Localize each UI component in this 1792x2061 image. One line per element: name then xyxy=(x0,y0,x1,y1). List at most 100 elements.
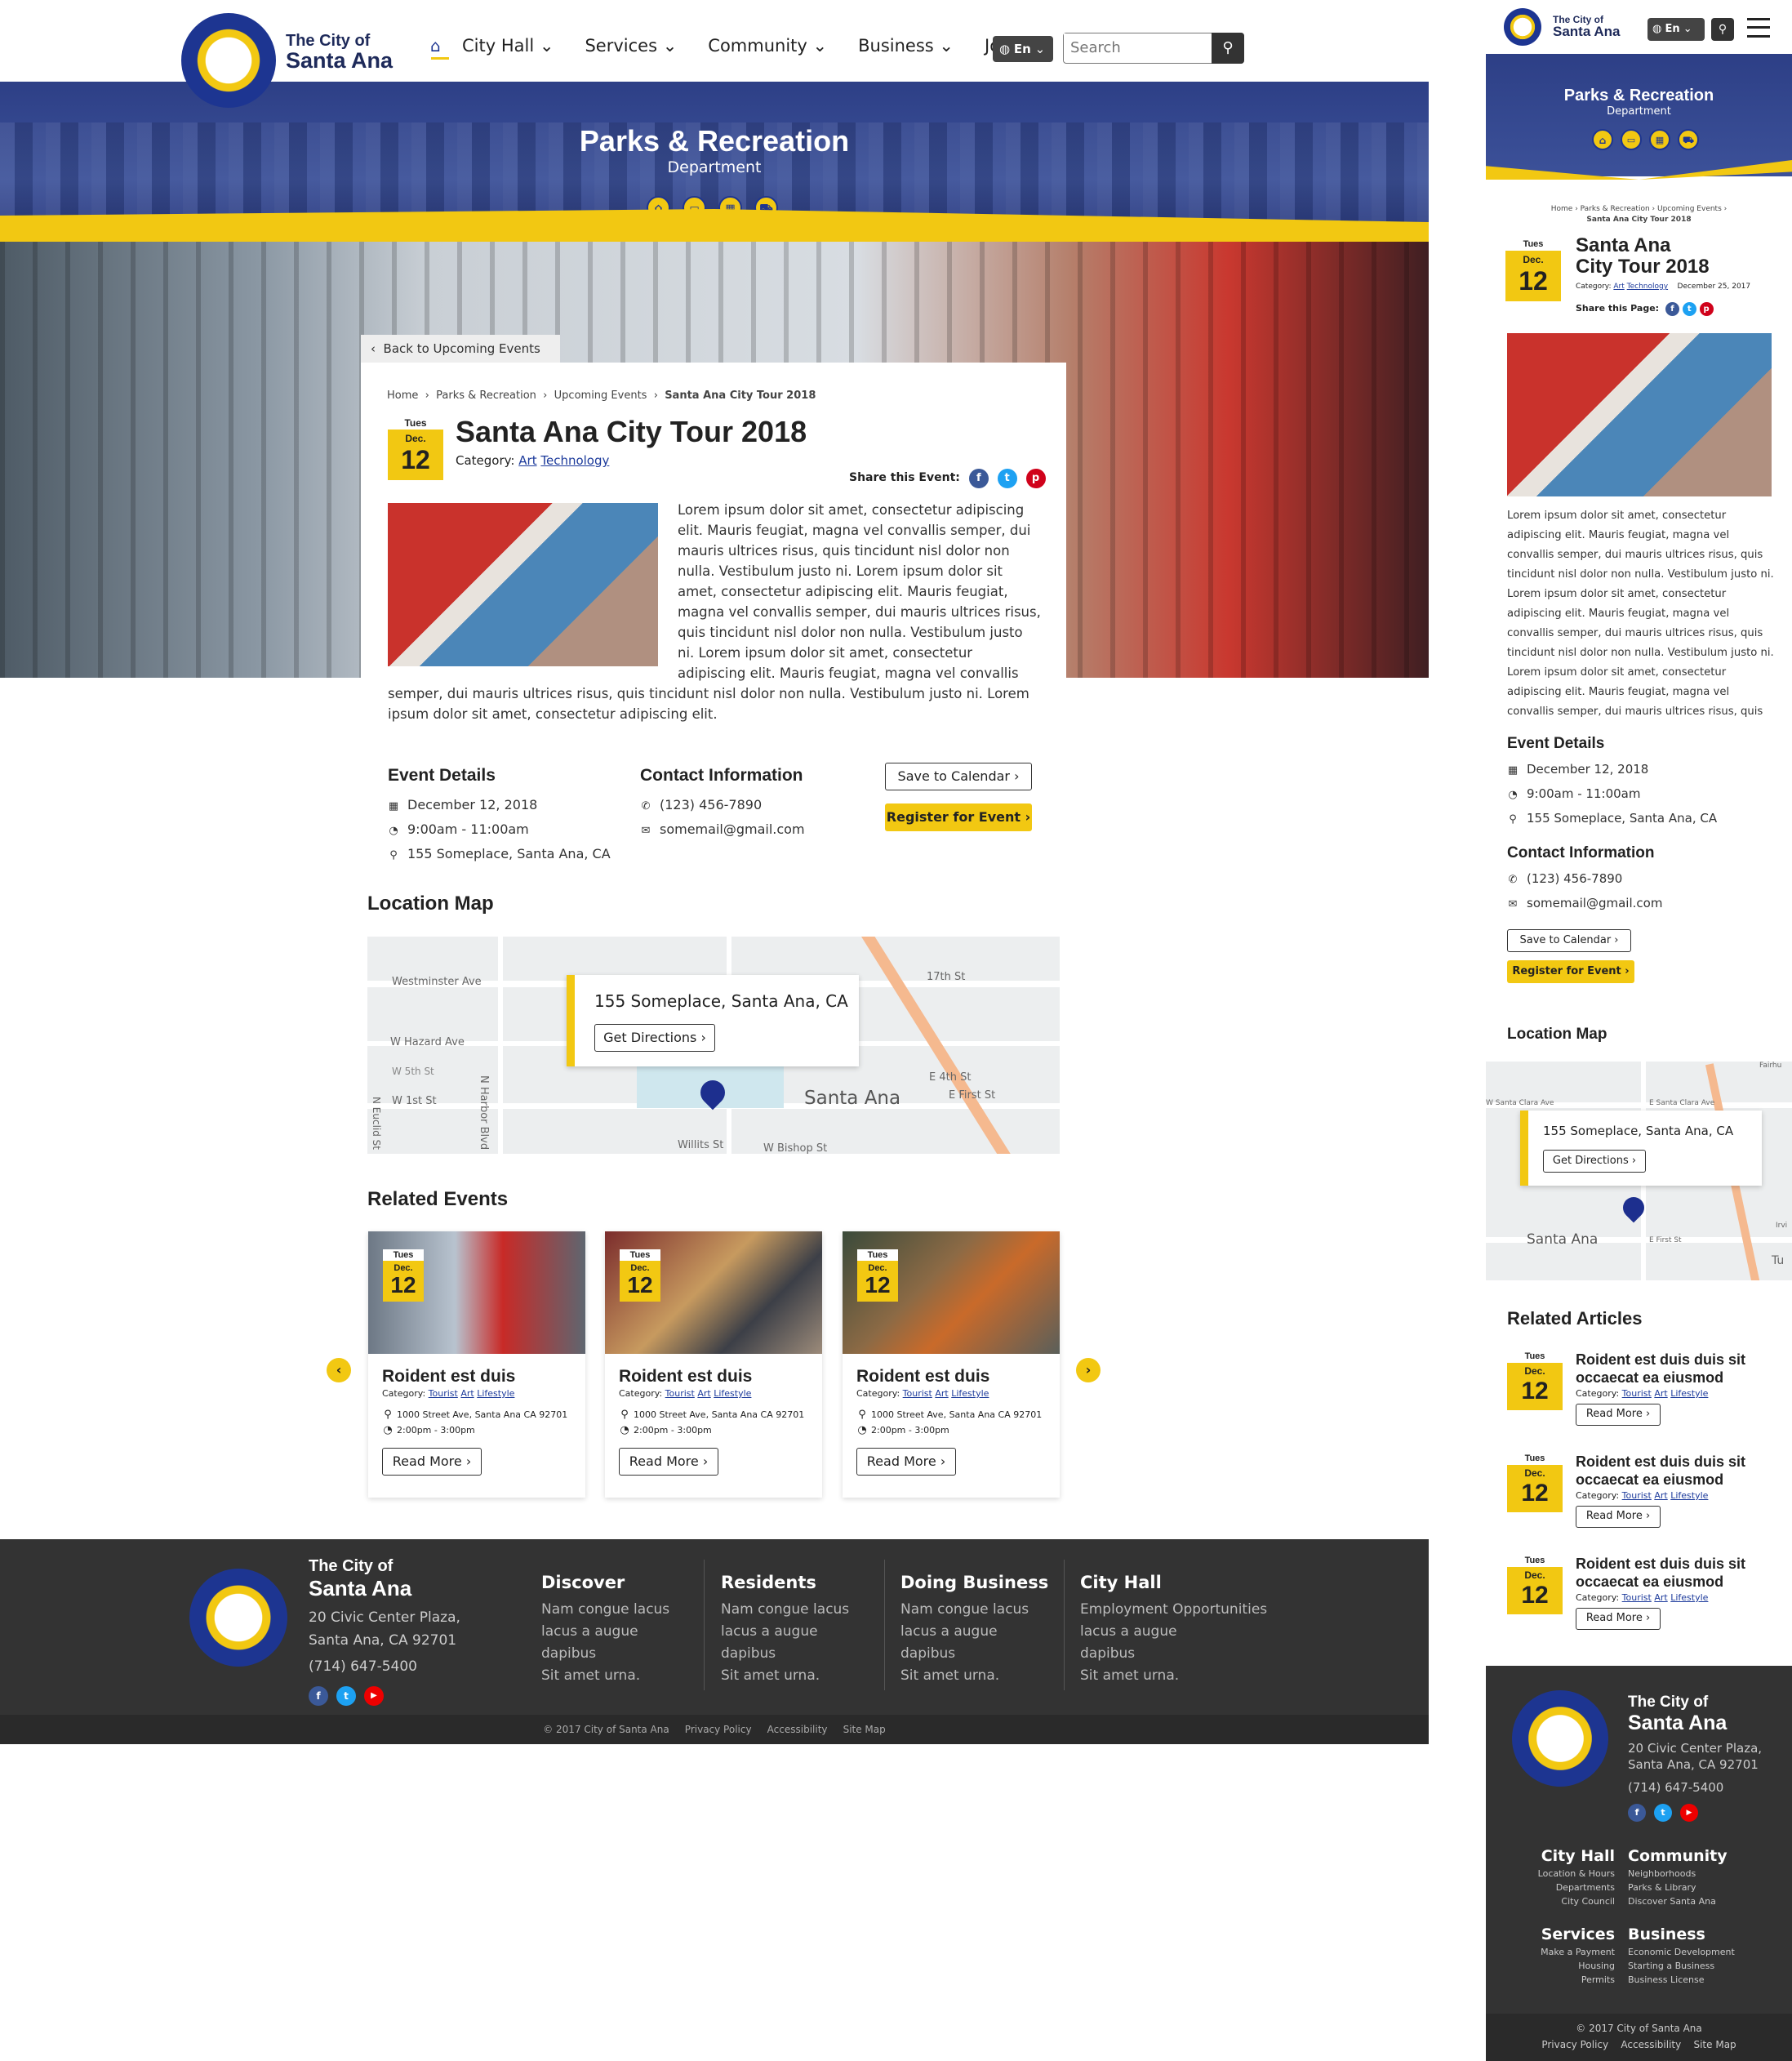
event-card: Home › Parks & Recreation › Upcoming Eve… xyxy=(361,363,1066,874)
phone-icon: ✆ xyxy=(641,800,651,812)
mobile-copyright-bar: © 2017 City of Santa Ana Privacy Policy … xyxy=(1486,2014,1792,2061)
home-icon[interactable]: ⌂ xyxy=(1592,129,1613,150)
footer-copyright-bar: © 2017 City of Santa Ana Privacy Policy … xyxy=(0,1715,1429,1744)
save-to-calendar-button[interactable]: Save to Calendar › xyxy=(885,763,1032,790)
clock-icon: ◔ xyxy=(1508,789,1518,801)
department-title: Parks & Recreation xyxy=(579,124,850,158)
map-address: 155 Someplace, Santa Ana, CA xyxy=(594,991,848,1011)
twitter-icon[interactable]: t xyxy=(336,1686,356,1706)
calendar-icon: ▦ xyxy=(1507,764,1519,777)
mobile-footer: The City of Santa Ana 20 Civic Center Pl… xyxy=(1486,1666,1792,2061)
date-badge: Tues Dec. 12 xyxy=(383,1249,424,1302)
mobile-get-directions-button[interactable]: Get Directions › xyxy=(1543,1150,1646,1173)
facebook-icon[interactable]: f xyxy=(1665,302,1679,316)
mobile-city-seal[interactable] xyxy=(1504,8,1541,46)
envelope-icon: ✉ xyxy=(641,825,651,837)
calendar-icon[interactable]: ▦ xyxy=(1649,129,1670,150)
language-select[interactable]: ◍ En ⌄ xyxy=(993,36,1053,62)
mobile-share: Share this Page: f t p xyxy=(1576,302,1714,316)
mobile-breadcrumb: Home › Parks & Recreation › Upcoming Eve… xyxy=(1550,205,1728,224)
mobile-register-button[interactable]: Register for Event › xyxy=(1507,960,1634,983)
city-seal-logo[interactable] xyxy=(181,13,276,108)
globe-icon: ◍ xyxy=(999,42,1011,56)
home-icon[interactable]: ⌂ xyxy=(430,36,441,56)
footer-address-2: Santa Ana, CA 92701 xyxy=(309,1632,457,1649)
accessibility-link[interactable]: Accessibility xyxy=(767,1724,828,1735)
event-date-row: ▦ December 12, 2018 xyxy=(388,794,611,818)
event-description: Lorem ipsum dolor sit amet, consectetur … xyxy=(388,502,1041,722)
site-brand[interactable]: The City of Santa Ana xyxy=(286,33,393,72)
nav-community[interactable]: Community ⌄ xyxy=(708,36,827,56)
map-city-label: Santa Ana xyxy=(804,1088,901,1109)
read-more-button[interactable]: Read More › xyxy=(1576,1608,1661,1630)
read-more-button[interactable]: Read More › xyxy=(619,1448,718,1476)
get-directions-button[interactable]: Get Directions › xyxy=(594,1024,715,1052)
cart-icon[interactable]: ⛟ xyxy=(1678,129,1699,150)
footer-col-city-hall: City Hall Employment Opportunities lacus a… xyxy=(1080,1573,1268,1684)
breadcrumb-home[interactable]: Home xyxy=(387,389,418,402)
mobile-event-photo xyxy=(1507,333,1772,496)
twitter-icon[interactable]: t xyxy=(1654,1804,1672,1822)
mobile-header: The City of Santa Ana ◍ En ⌄ ⚲ xyxy=(1486,0,1792,54)
envelope-icon: ✉ xyxy=(1508,898,1518,910)
category-art-link[interactable]: Art xyxy=(518,453,536,468)
related-event-card: Tues Dec. 12 Roident est duis Category: To… xyxy=(605,1231,822,1498)
card-icon[interactable]: ▭ xyxy=(1621,129,1642,150)
map-pin-icon: ⚲ xyxy=(389,849,398,861)
contact-email[interactable]: ✉ somemail@gmail.com xyxy=(640,818,805,843)
contact-phone[interactable]: ✆ (123) 456-7890 xyxy=(640,794,805,818)
breadcrumb-parks[interactable]: Parks & Recreation xyxy=(436,389,536,402)
carousel-prev-button[interactable]: ‹ xyxy=(327,1358,351,1382)
nav-city-hall[interactable]: City Hall ⌄ xyxy=(462,36,554,56)
register-button[interactable]: Register for Event › xyxy=(885,803,1032,831)
privacy-policy-link[interactable]: Privacy Policy xyxy=(685,1724,752,1735)
youtube-icon[interactable]: ▶ xyxy=(364,1686,384,1706)
breadcrumb-upcoming[interactable]: Upcoming Events xyxy=(554,389,647,402)
site-map-link[interactable]: Site Map xyxy=(843,1724,886,1735)
related-events-heading: Related Events xyxy=(367,1188,509,1210)
event-date-badge: Tues Dec. 12 xyxy=(388,416,443,480)
clock-icon: ◔ xyxy=(857,1424,867,1436)
footer-phone[interactable]: (714) 647-5400 xyxy=(309,1655,460,1678)
back-to-events-link[interactable]: ‹ Back to Upcoming Events xyxy=(361,335,560,363)
clock-icon: ◔ xyxy=(389,825,398,837)
twitter-icon[interactable]: t xyxy=(1682,302,1696,316)
mobile-save-to-calendar-button[interactable]: Save to Calendar › xyxy=(1507,929,1631,952)
mobile-event-description: Lorem ipsum dolor sit amet, consectetur … xyxy=(1507,510,1774,718)
read-more-button[interactable]: Read More › xyxy=(382,1448,482,1476)
search-input[interactable] xyxy=(1064,33,1203,61)
mobile-location-map[interactable]: W Santa Clara Ave E Santa Clara Ave Fair… xyxy=(1486,1062,1792,1280)
footer-brand-line1: The City of xyxy=(309,1557,394,1575)
read-more-button[interactable]: Read More › xyxy=(1576,1404,1661,1426)
footer-col-doing-business: Doing Business Nam congue lacus lacus a au… xyxy=(900,1573,1049,1684)
youtube-icon[interactable]: ▶ xyxy=(1680,1804,1698,1822)
mobile-search-icon[interactable]: ⚲ xyxy=(1711,18,1734,41)
category-technology-link[interactable]: Technology xyxy=(540,453,609,468)
calendar-icon: ▦ xyxy=(388,800,399,812)
facebook-icon[interactable]: f xyxy=(309,1686,328,1706)
hamburger-menu-icon[interactable] xyxy=(1747,18,1770,38)
map-pin-icon: ⚲ xyxy=(384,1409,392,1421)
mobile-footer-col-business: Business Economic Development Starting a B… xyxy=(1628,1925,1735,1985)
carousel-next-button[interactable]: › xyxy=(1076,1358,1101,1382)
facebook-icon[interactable]: f xyxy=(1628,1804,1646,1822)
related-event-title[interactable]: Roident est duis xyxy=(382,1367,571,1387)
event-time-row: ◔ 9:00am - 11:00am xyxy=(388,818,611,843)
read-more-button[interactable]: Read More › xyxy=(1576,1506,1661,1528)
pinterest-icon[interactable]: p xyxy=(1699,302,1714,316)
nav-business[interactable]: Business ⌄ xyxy=(858,36,954,56)
nav-services[interactable]: Services ⌄ xyxy=(585,36,677,56)
search-icon[interactable]: ⚲ xyxy=(1212,33,1244,64)
read-more-button[interactable]: Read More › xyxy=(856,1448,956,1476)
related-event-title[interactable]: Roident est duis xyxy=(619,1367,808,1387)
contact-heading: Contact Information xyxy=(640,766,803,785)
pinterest-icon[interactable]: p xyxy=(1025,469,1046,488)
site-footer: The City of Santa Ana 20 Civic Center Pl… xyxy=(0,1539,1429,1743)
footer-brand-line2: Santa Ana xyxy=(309,1576,412,1600)
share-event: Share this Event: f t p xyxy=(849,469,1046,488)
location-map[interactable]: Westminster Ave W Hazard Ave W 5th St W … xyxy=(367,937,1060,1154)
facebook-icon[interactable]: f xyxy=(968,469,989,488)
related-event-title[interactable]: Roident est duis xyxy=(856,1367,1046,1387)
mobile-language-select[interactable]: ◍ En ⌄ xyxy=(1647,18,1705,41)
twitter-icon[interactable]: t xyxy=(997,469,1017,488)
